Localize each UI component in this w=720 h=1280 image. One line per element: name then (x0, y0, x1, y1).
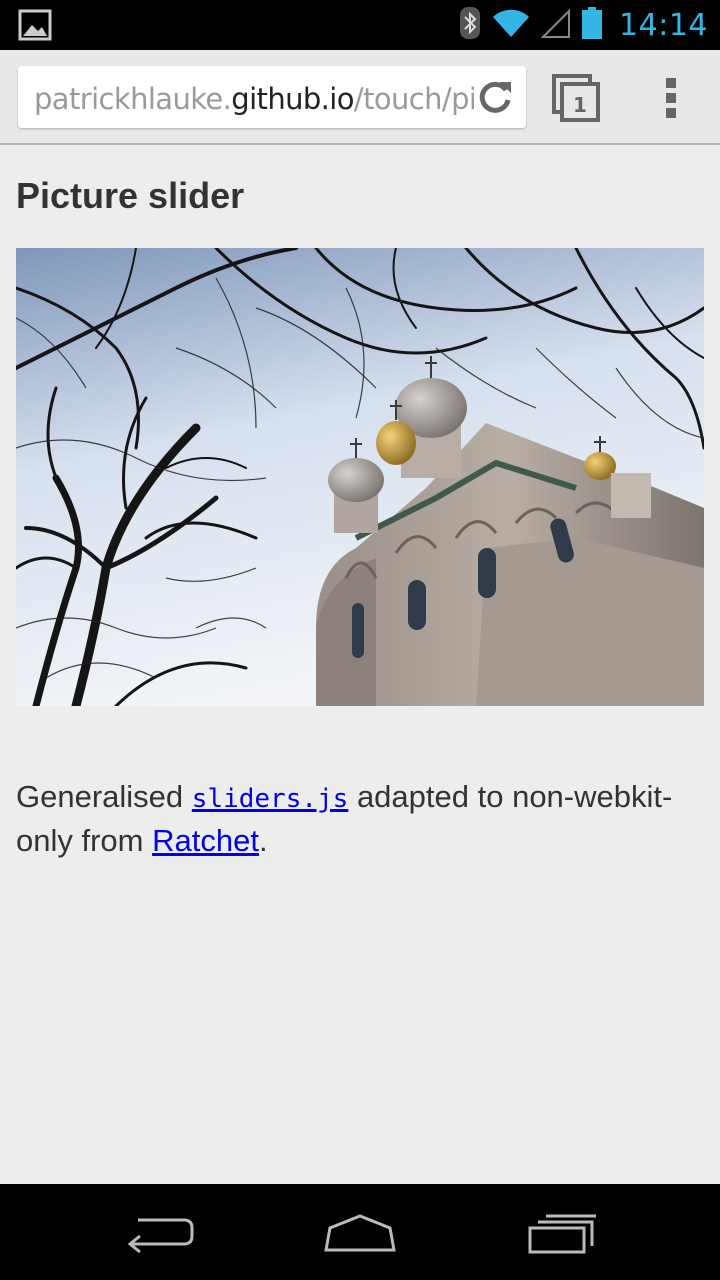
clock: 14:14 (619, 7, 708, 43)
url-host: github.io (231, 82, 354, 116)
slide-image (16, 248, 704, 706)
signal-icon (540, 7, 571, 44)
status-bar: 14:14 (0, 0, 720, 50)
url-path: /touch/pi (353, 82, 474, 116)
page-title: Picture slider (16, 175, 245, 216)
back-icon[interactable] (124, 1208, 196, 1261)
picture-slider[interactable] (16, 248, 704, 706)
home-icon[interactable] (322, 1208, 398, 1261)
image-notification-icon (18, 9, 52, 46)
ratchet-link[interactable]: Ratchet (152, 823, 259, 858)
navigation-bar (0, 1184, 720, 1280)
sliders-js-link[interactable]: sliders.js (192, 779, 349, 814)
desc-text-after: . (258, 823, 268, 858)
tab-count: 1 (573, 93, 587, 117)
url-bar[interactable]: patrickhlauke.github.io/touch/pi (18, 66, 526, 128)
reload-icon[interactable] (476, 78, 514, 121)
overflow-menu-icon[interactable] (662, 76, 682, 125)
bluetooth-icon (459, 6, 481, 45)
description: Generalised sliders.js adapted to non-we… (16, 776, 704, 862)
recent-apps-icon[interactable] (526, 1208, 598, 1261)
url-text[interactable]: patrickhlauke.github.io/touch/pi (34, 82, 474, 116)
tab-switcher-icon[interactable]: 1 (552, 74, 600, 127)
battery-icon (581, 6, 603, 45)
desc-text-before: Generalised (16, 779, 192, 814)
wifi-icon (491, 7, 531, 44)
sliders-js-code: sliders.js (191, 784, 349, 814)
browser-toolbar: patrickhlauke.github.io/touch/pi (0, 50, 720, 145)
url-prefix: patrickhlauke. (34, 82, 232, 116)
